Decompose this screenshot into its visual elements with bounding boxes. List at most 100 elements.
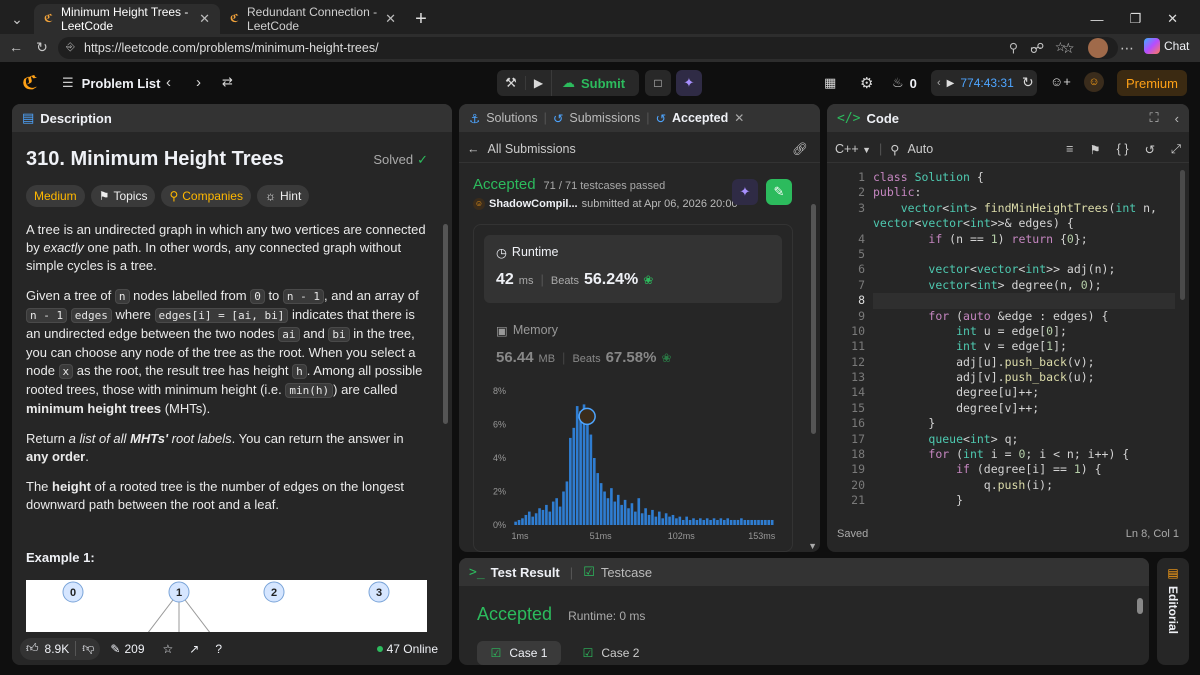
histogram-bar[interactable]	[651, 509, 654, 525]
link-icon[interactable]: 🔗︎	[792, 142, 808, 157]
editorial-side-tab[interactable]: ▤ Editorial	[1157, 558, 1189, 665]
histogram-bar[interactable]	[620, 504, 623, 525]
histogram-bar[interactable]	[644, 508, 647, 525]
histogram-bar[interactable]	[709, 519, 712, 525]
histogram-bar[interactable]	[527, 511, 531, 525]
histogram-bar[interactable]	[579, 411, 582, 525]
tab-list-button[interactable]: ⌄	[2, 4, 32, 34]
layout-icon[interactable]: ▦	[824, 75, 836, 91]
favorites-icon[interactable]: ☆	[1062, 40, 1075, 57]
star-icon[interactable]: ☆	[163, 642, 174, 656]
runtime-distribution-chart[interactable]: 0% 2% 4% 6% 8% 1ms 51ms 102ms 153ms	[474, 385, 792, 545]
histogram-bar[interactable]	[565, 481, 569, 525]
problem-title[interactable]: 310. Minimum Height Trees	[26, 148, 284, 171]
histogram-bar[interactable]	[733, 519, 736, 525]
histogram-bar[interactable]	[630, 503, 634, 525]
close-tab-icon[interactable]: ✕	[199, 11, 210, 27]
histogram-bar[interactable]	[757, 519, 760, 525]
share-icon[interactable]: ↗	[189, 642, 199, 656]
scrollbar[interactable]	[443, 224, 448, 424]
histogram-bar[interactable]	[548, 511, 552, 525]
histogram-bar[interactable]	[575, 406, 579, 525]
help-icon[interactable]: ?	[215, 642, 222, 656]
histogram-bar[interactable]	[746, 519, 750, 525]
tab-solutions[interactable]: Solutions	[486, 111, 537, 125]
write-solution-button[interactable]: ✎	[766, 179, 792, 205]
ai-analyze-button[interactable]: ✦	[732, 179, 758, 205]
histogram-bar[interactable]	[753, 519, 757, 525]
next-problem-icon[interactable]: ›	[196, 74, 201, 91]
comments-button[interactable]: ✎ 209	[110, 642, 144, 656]
fullscreen-icon[interactable]: ⤢	[1171, 142, 1181, 157]
histogram-bar[interactable]	[681, 519, 685, 525]
histogram-bar[interactable]	[545, 504, 548, 525]
histogram-bar[interactable]	[719, 518, 723, 525]
language-select[interactable]: C++ ▼	[835, 142, 871, 156]
histogram-bar[interactable]	[764, 519, 767, 525]
tab-submissions[interactable]: Submissions	[569, 111, 640, 125]
minimize-icon[interactable]: —	[1090, 12, 1103, 27]
histogram-bar[interactable]	[555, 498, 558, 525]
histogram-bar[interactable]	[524, 514, 528, 525]
histogram-bar[interactable]	[569, 437, 572, 525]
hint-tag[interactable]: ☼ Hint	[256, 185, 310, 207]
streak-counter[interactable]: ♨ 0	[892, 75, 917, 91]
histogram-bar[interactable]	[743, 519, 747, 525]
histogram-bar[interactable]	[661, 518, 665, 525]
histogram-bar[interactable]	[770, 519, 774, 525]
histogram-bar[interactable]	[664, 513, 668, 525]
histogram-bar[interactable]	[586, 416, 589, 525]
histogram-bar[interactable]	[534, 513, 538, 525]
shuffle-icon[interactable]: ⇄	[222, 74, 233, 90]
histogram-bar[interactable]	[702, 519, 706, 525]
code-tab[interactable]: Code	[866, 111, 899, 126]
browser-tab[interactable]: ℭ Redundant Connection - LeetCode ✕	[220, 4, 406, 34]
url-field[interactable]: ⎆ https://leetcode.com/problems/minimum-…	[58, 37, 1118, 59]
histogram-bar[interactable]	[589, 434, 593, 525]
histogram-bar[interactable]	[671, 514, 675, 525]
histogram-bar[interactable]	[592, 458, 596, 525]
close-tab-icon[interactable]: ✕	[734, 111, 744, 125]
browser-tab-active[interactable]: ℭ Minimum Height Trees - LeetCode ✕	[34, 4, 220, 34]
histogram-bar[interactable]	[699, 518, 702, 525]
histogram-bar[interactable]	[517, 519, 521, 525]
add-user-icon[interactable]: ☺+	[1050, 74, 1071, 89]
case-2-tab[interactable]: ☑ Case 2	[569, 641, 653, 665]
histogram-bar[interactable]	[760, 519, 764, 525]
histogram-bar[interactable]	[716, 519, 719, 525]
ai-assist-button[interactable]: ✦	[676, 70, 702, 96]
histogram-bar[interactable]	[514, 521, 517, 525]
histogram-bar[interactable]	[657, 511, 661, 525]
histogram-bar[interactable]	[675, 518, 678, 525]
histogram-bar[interactable]	[705, 518, 709, 525]
new-tab-button[interactable]: +	[406, 4, 436, 34]
tab-test-result[interactable]: Test Result	[491, 565, 560, 580]
code-editor[interactable]: class Solution {public: vector<int> find…	[873, 170, 1175, 509]
your-submission-marker[interactable]	[578, 407, 596, 426]
histogram-bar[interactable]	[558, 506, 562, 525]
histogram-bar[interactable]	[637, 498, 641, 525]
topics-tag[interactable]: ⚑ Topics	[90, 185, 156, 207]
histogram-bar[interactable]	[596, 473, 600, 525]
histogram-bar[interactable]	[623, 499, 627, 525]
problem-list-button[interactable]: ☰ Problem List	[62, 75, 160, 91]
histogram-bar[interactable]	[599, 483, 603, 525]
submit-button[interactable]: ☁ Submit	[551, 70, 625, 96]
histogram-bar[interactable]	[692, 518, 695, 525]
histogram-bar[interactable]	[627, 508, 630, 525]
tab-testcase[interactable]: Testcase	[601, 565, 652, 580]
braces-icon[interactable]: { }	[1117, 142, 1129, 156]
histogram-bar[interactable]	[726, 518, 730, 525]
histogram-bar[interactable]	[562, 491, 565, 526]
histogram-bar[interactable]	[712, 518, 716, 525]
histogram-bar[interactable]	[695, 519, 699, 525]
histogram-bar[interactable]	[750, 519, 753, 525]
settings-gear-icon[interactable]: ⚙	[860, 74, 873, 92]
runtime-card[interactable]: ◷ Runtime 42 ms | Beats 56.24% ❀	[484, 235, 782, 303]
refresh-icon[interactable]: ↻	[34, 39, 50, 56]
histogram-bar[interactable]	[606, 498, 610, 525]
close-tab-icon[interactable]: ✕	[385, 11, 396, 27]
scrollbar[interactable]	[1180, 170, 1185, 300]
tab-accepted[interactable]: Accepted	[672, 111, 728, 125]
collapse-icon[interactable]: ‹	[1175, 111, 1179, 126]
